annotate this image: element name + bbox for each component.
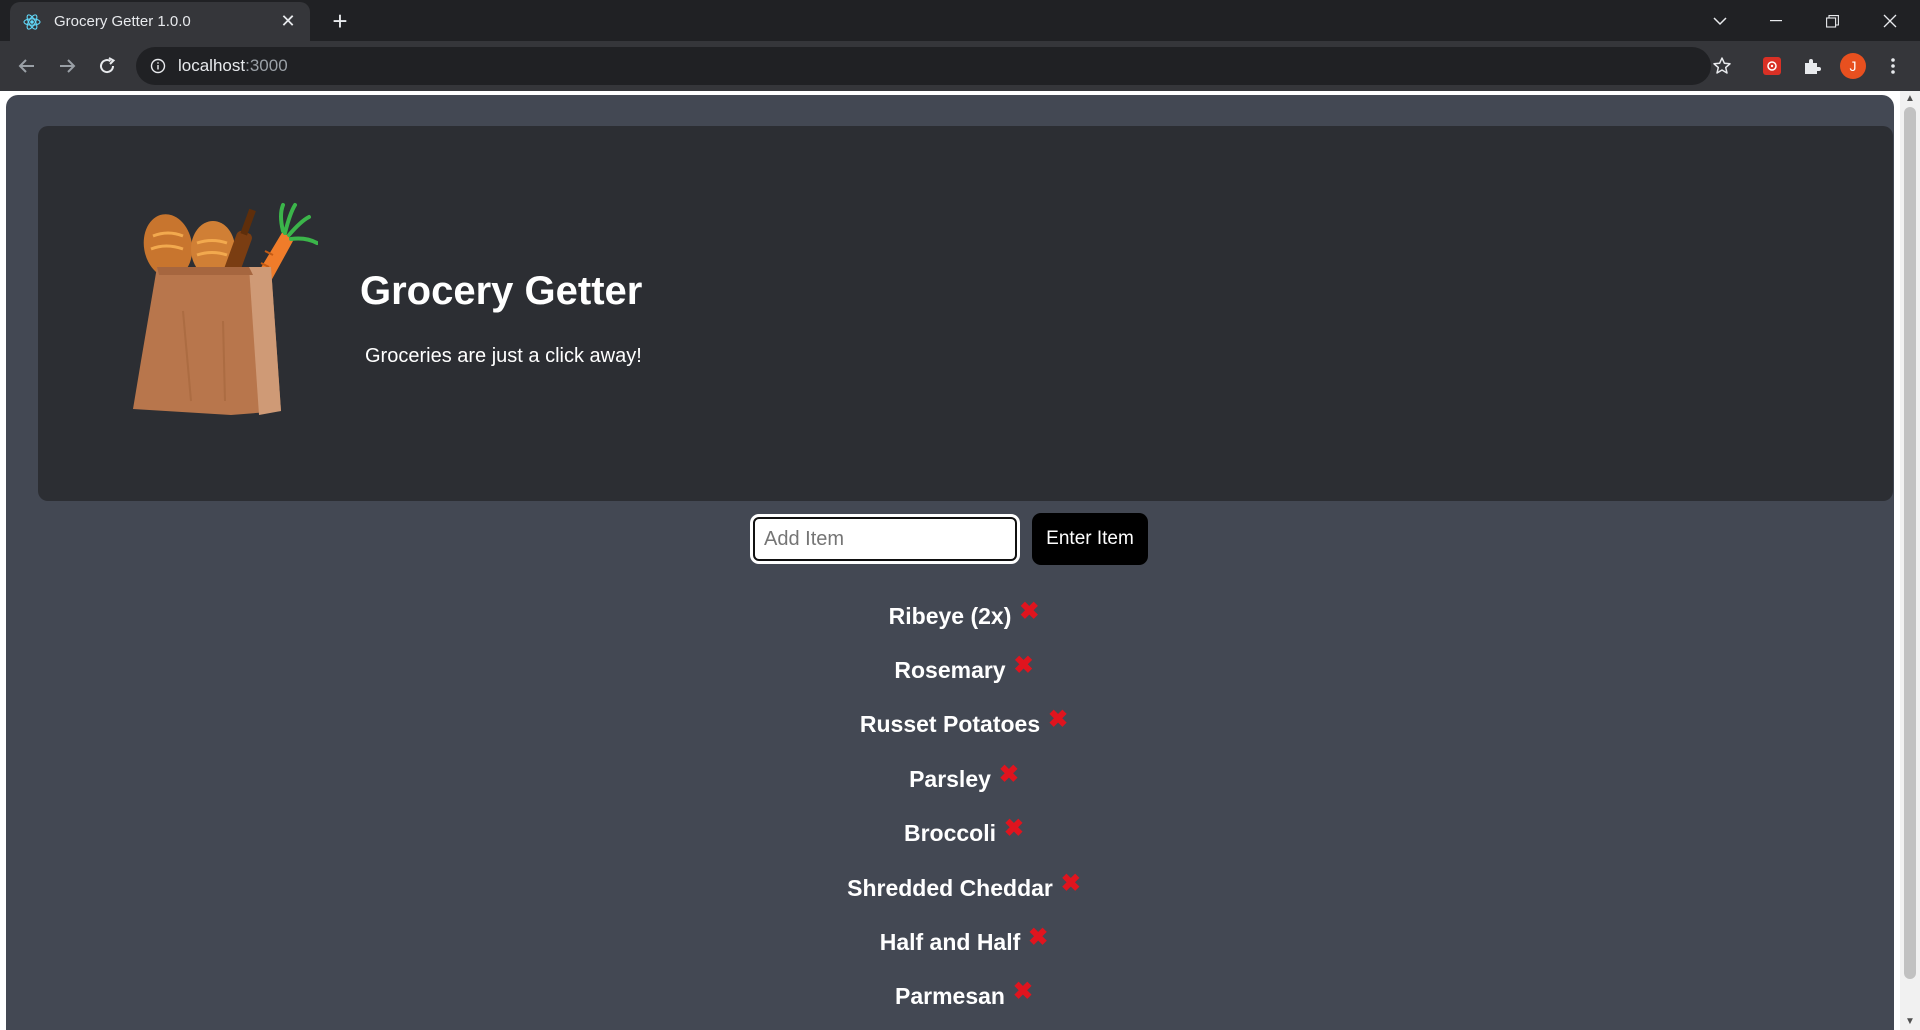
list-item: Parmesan ✖ — [6, 970, 1894, 1024]
info-icon[interactable] — [150, 58, 166, 74]
delete-item-icon[interactable]: ✖ — [1019, 597, 1039, 626]
tab-title: Grocery Getter 1.0.0 — [54, 13, 191, 30]
browser-tab[interactable]: Grocery Getter 1.0.0 ✕ — [10, 2, 310, 41]
app-title: Grocery Getter — [360, 269, 643, 313]
extensions-puzzle-icon[interactable] — [1797, 51, 1827, 81]
tab-close-icon[interactable]: ✕ — [278, 11, 298, 32]
profile-initial: J — [1840, 53, 1866, 79]
url-host: localhost — [178, 56, 246, 75]
delete-item-icon[interactable]: ✖ — [1048, 705, 1068, 734]
minimize-icon[interactable] — [1756, 6, 1796, 36]
app-subtitle: Groceries are just a click away! — [365, 345, 642, 367]
app-container: Grocery Getter Groceries are just a clic… — [6, 95, 1894, 1030]
close-window-icon[interactable] — [1870, 6, 1910, 36]
list-item: Parsley ✖ — [6, 752, 1894, 806]
new-tab-icon[interactable]: + — [325, 6, 355, 36]
bookmark-star-icon[interactable] — [1707, 51, 1737, 81]
page-viewport: Grocery Getter Groceries are just a clic… — [0, 91, 1920, 1030]
add-item-input[interactable] — [750, 514, 1020, 564]
grocery-list: Ribeye (2x) ✖ Rosemary ✖ Russet Potatoes ✖ … — [6, 589, 1894, 1024]
add-item-form: Enter Item — [750, 513, 1148, 565]
extension-react-devtools-icon[interactable] — [1757, 51, 1787, 81]
delete-item-icon[interactable]: ✖ — [1014, 651, 1034, 680]
page-scrollbar[interactable]: ▲ ▼ — [1900, 91, 1920, 1030]
item-name: Russet Potatoes — [859, 711, 1041, 738]
delete-item-icon[interactable]: ✖ — [1004, 814, 1024, 843]
react-icon — [23, 13, 41, 30]
url-port: :3000 — [245, 56, 288, 75]
list-item: Shredded Cheddar ✖ — [6, 861, 1894, 915]
restore-icon[interactable] — [1812, 6, 1852, 36]
list-item: Russet Potatoes ✖ — [6, 698, 1894, 752]
profile-avatar[interactable]: J — [1838, 51, 1868, 81]
app-header: Grocery Getter Groceries are just a clic… — [38, 126, 1893, 501]
item-name: Rosemary — [894, 657, 1006, 684]
item-name: Ribeye (2x) — [888, 602, 1012, 629]
delete-item-icon[interactable]: ✖ — [1028, 923, 1048, 952]
delete-item-icon[interactable]: ✖ — [999, 760, 1019, 789]
reload-icon[interactable] — [92, 51, 122, 81]
delete-item-icon[interactable]: ✖ — [1061, 869, 1081, 898]
list-item: Half and Half ✖ — [6, 915, 1894, 969]
grocery-bag-logo — [133, 203, 318, 415]
item-name: Shredded Cheddar — [847, 874, 1053, 901]
list-item: Broccoli ✖ — [6, 807, 1894, 861]
item-name: Parsley — [909, 765, 991, 792]
list-item: Ribeye (2x) ✖ — [6, 589, 1894, 643]
item-name: Half and Half — [879, 929, 1021, 956]
forward-icon[interactable] — [52, 51, 82, 81]
browser-menu-icon[interactable] — [1878, 51, 1908, 81]
scroll-up-icon[interactable]: ▲ — [1904, 93, 1916, 105]
item-name: Parmesan — [895, 983, 1005, 1010]
enter-item-button[interactable]: Enter Item — [1032, 513, 1148, 565]
browser-tabstrip: Grocery Getter 1.0.0 ✕ + — [0, 0, 1920, 41]
scroll-thumb[interactable] — [1904, 107, 1916, 979]
browser-toolbar: localhost:3000 J — [0, 41, 1920, 91]
delete-item-icon[interactable]: ✖ — [1013, 977, 1033, 1006]
item-name: Broccoli — [903, 820, 997, 847]
scroll-down-icon[interactable]: ▼ — [1904, 1016, 1916, 1028]
address-bar[interactable]: localhost:3000 — [136, 47, 1711, 85]
back-icon[interactable] — [12, 51, 42, 81]
list-item: Rosemary ✖ — [6, 643, 1894, 697]
tab-search-icon[interactable] — [1700, 6, 1740, 36]
